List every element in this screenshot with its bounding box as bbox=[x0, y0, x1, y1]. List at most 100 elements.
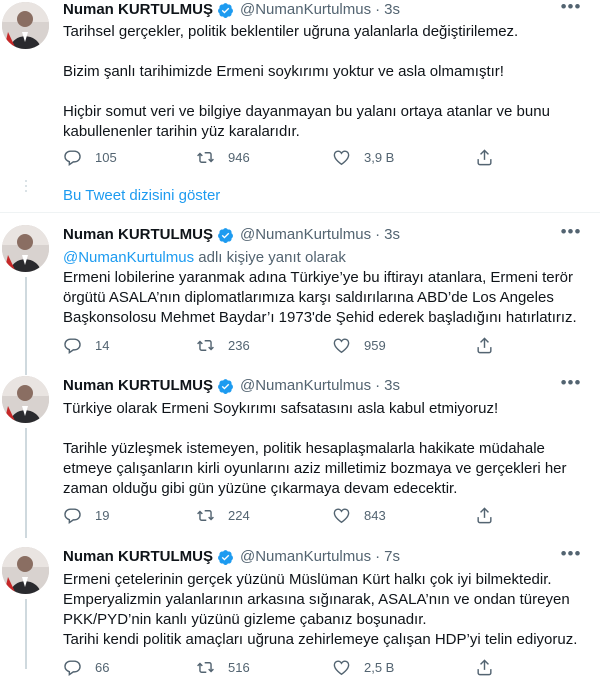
divider bbox=[0, 212, 600, 213]
retweet-icon bbox=[197, 151, 214, 163]
share-button[interactable] bbox=[475, 505, 494, 525]
more-icon[interactable]: ••• bbox=[560, 221, 582, 243]
reply-button[interactable]: 14 bbox=[63, 335, 109, 355]
share-button[interactable] bbox=[475, 657, 494, 677]
verified-badge-icon bbox=[217, 378, 234, 395]
tweet-line: Ermeni çetelerinin gerçek yüzünü Müslüma… bbox=[63, 571, 552, 588]
tweet-text: Türkiye olarak Ermeni Soykırımı safsatas… bbox=[63, 399, 583, 499]
retweet-button[interactable]: 224 bbox=[196, 505, 250, 525]
avatar[interactable] bbox=[2, 376, 49, 423]
like-count: 3,9 B bbox=[364, 149, 395, 165]
retweet-icon bbox=[197, 661, 214, 673]
tweet-actions: 14 236 959 bbox=[63, 335, 533, 355]
thread-dots bbox=[25, 180, 27, 210]
share-icon bbox=[477, 336, 492, 353]
reply-button[interactable]: 19 bbox=[63, 505, 109, 525]
timestamp[interactable]: 3s bbox=[384, 376, 400, 396]
reply-count: 66 bbox=[95, 659, 110, 675]
share-button[interactable] bbox=[475, 335, 494, 355]
tweet-actions: 19 224 843 bbox=[63, 505, 533, 525]
reply-icon bbox=[64, 337, 81, 354]
user-name[interactable]: Numan KURTULMUŞ bbox=[63, 225, 213, 245]
thread-line bbox=[25, 599, 27, 669]
user-name[interactable]: Numan KURTULMUŞ bbox=[63, 376, 213, 396]
tweet-paragraph: Tarihsel gerçekler, politik beklentiler … bbox=[63, 23, 519, 40]
avatar[interactable] bbox=[2, 547, 49, 594]
reply-context: @NumanKurtulmus adlı kişiye yanıt olarak bbox=[63, 248, 583, 268]
like-icon bbox=[333, 149, 350, 165]
retweet-count: 946 bbox=[228, 149, 250, 165]
retweet-button[interactable]: 946 bbox=[196, 147, 250, 167]
separator-dot: · bbox=[375, 1, 381, 18]
reply-count: 14 bbox=[95, 337, 110, 353]
tweet-line: Tarihi kendi politik amaçları uğruna zeh… bbox=[63, 631, 578, 648]
show-thread-label[interactable]: Bu Tweet dizisini göster bbox=[63, 186, 220, 206]
user-handle[interactable]: @NumanKurtulmus bbox=[240, 0, 371, 20]
tweet-paragraph: Türkiye olarak Ermeni Soykırımı safsatas… bbox=[63, 400, 499, 417]
user-name[interactable]: Numan KURTULMUŞ bbox=[63, 547, 213, 567]
retweet-icon bbox=[197, 339, 214, 351]
like-button[interactable]: 3,9 B bbox=[332, 147, 394, 167]
like-button[interactable]: 843 bbox=[332, 505, 386, 525]
share-icon bbox=[477, 148, 492, 165]
like-icon bbox=[333, 507, 350, 523]
tweet-header: Numan KURTULMUŞ @NumanKurtulmus · 3s bbox=[63, 376, 400, 396]
reply-button[interactable]: 66 bbox=[63, 657, 109, 677]
show-thread-link[interactable]: Bu Tweet dizisini göster bbox=[0, 178, 600, 212]
more-icon[interactable]: ••• bbox=[560, 372, 582, 394]
retweet-count: 516 bbox=[228, 659, 250, 675]
thread-line bbox=[25, 428, 27, 538]
reply-count: 19 bbox=[95, 507, 110, 523]
user-name[interactable]: Numan KURTULMUŞ bbox=[63, 0, 213, 20]
tweet-paragraph: Tarihle yüzleşmek istemeyen, politik hes… bbox=[63, 440, 567, 497]
share-button[interactable] bbox=[475, 147, 494, 167]
user-handle[interactable]: @NumanKurtulmus bbox=[240, 376, 371, 396]
like-count: 2,5 B bbox=[364, 659, 395, 675]
separator-dot: · bbox=[375, 226, 381, 243]
reply-to-link[interactable]: @NumanKurtulmus bbox=[63, 249, 194, 266]
retweet-button[interactable]: 516 bbox=[196, 657, 250, 677]
reply-icon bbox=[64, 149, 81, 166]
timestamp[interactable]: 7s bbox=[384, 547, 400, 567]
separator-dot: · bbox=[375, 548, 381, 565]
tweet-actions: 105 946 3,9 B bbox=[63, 147, 533, 167]
separator-dot: · bbox=[375, 377, 381, 394]
tweet-paragraph: Ermeni lobilerine yaranmak adına Türkiye… bbox=[63, 269, 577, 326]
verified-badge-icon bbox=[217, 2, 234, 19]
like-count: 843 bbox=[364, 507, 386, 523]
retweet-button[interactable]: 236 bbox=[196, 335, 250, 355]
verified-badge-icon bbox=[217, 227, 234, 244]
tweet-header: Numan KURTULMUŞ @NumanKurtulmus · 7s bbox=[63, 547, 400, 567]
more-icon[interactable]: ••• bbox=[560, 543, 582, 565]
reply-count: 105 bbox=[95, 149, 117, 165]
tweet-actions: 66 516 2,5 B bbox=[63, 657, 533, 677]
tweet-text: Tarihsel gerçekler, politik beklentiler … bbox=[63, 22, 583, 142]
avatar[interactable] bbox=[2, 2, 49, 49]
like-button[interactable]: 959 bbox=[332, 335, 386, 355]
reply-icon bbox=[64, 507, 81, 524]
reply-button[interactable]: 105 bbox=[63, 147, 117, 167]
verified-badge-icon bbox=[217, 549, 234, 566]
retweet-count: 236 bbox=[228, 337, 250, 353]
tweet-text: @NumanKurtulmus adlı kişiye yanıt olarak… bbox=[63, 248, 583, 328]
like-count: 959 bbox=[364, 337, 386, 353]
thread-line bbox=[25, 277, 27, 375]
more-icon[interactable]: ••• bbox=[560, 0, 582, 18]
like-button[interactable]: 2,5 B bbox=[332, 657, 394, 677]
like-icon bbox=[333, 659, 350, 675]
user-handle[interactable]: @NumanKurtulmus bbox=[240, 225, 371, 245]
user-handle[interactable]: @NumanKurtulmus bbox=[240, 547, 371, 567]
retweet-count: 224 bbox=[228, 507, 250, 523]
reply-icon bbox=[64, 659, 81, 676]
timestamp[interactable]: 3s bbox=[384, 225, 400, 245]
timestamp[interactable]: 3s bbox=[384, 0, 400, 20]
tweet-paragraph: Hiçbir somut veri ve bilgiye dayanmayan … bbox=[63, 103, 550, 140]
tweet-line: Emperyalizmin yalanlarının arkasına sığı… bbox=[63, 591, 570, 628]
tweet-paragraph: Bizim şanlı tarihimizde Ermeni soykırımı… bbox=[63, 63, 504, 80]
tweet-text: Ermeni çetelerinin gerçek yüzünü Müslüma… bbox=[63, 570, 583, 650]
avatar[interactable] bbox=[2, 225, 49, 272]
retweet-icon bbox=[197, 509, 214, 521]
tweet-header: Numan KURTULMUŞ @NumanKurtulmus · 3s bbox=[63, 225, 400, 245]
share-icon bbox=[477, 658, 492, 675]
tweet-header: Numan KURTULMUŞ @NumanKurtulmus · 3s bbox=[63, 0, 400, 20]
